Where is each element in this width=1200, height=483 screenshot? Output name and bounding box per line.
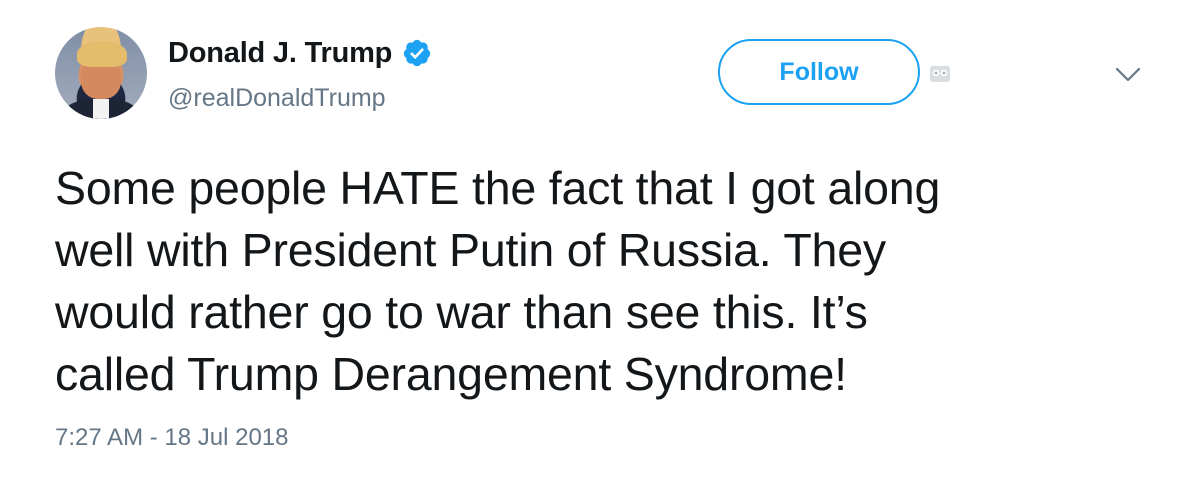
tweet-text-line: Some people HATE the fact that I got alo… (55, 162, 941, 214)
tweet-text-line: would rather go to war than see this. It… (55, 286, 868, 338)
verified-badge-icon (404, 39, 431, 67)
owl-icon (930, 66, 950, 82)
avatar-shirt (93, 99, 109, 119)
chevron-down-icon[interactable] (1115, 66, 1141, 84)
tweet-text-line: well with President Putin of Russia. The… (55, 224, 886, 276)
display-name[interactable]: Donald J. Trump (168, 37, 392, 70)
tweet-timestamp[interactable]: 7:27 AM - 18 Jul 2018 (55, 424, 288, 452)
tweet-card: Donald J. Trump @realDonaldTrump Follow … (0, 0, 1200, 483)
user-name-row[interactable]: Donald J. Trump (168, 33, 432, 73)
avatar[interactable] (55, 27, 147, 119)
follow-button[interactable]: Follow (718, 39, 920, 105)
tweet-text-line: called Trump Derangement Syndrome! (55, 348, 847, 400)
user-handle[interactable]: @realDonaldTrump (168, 84, 386, 113)
avatar-hair (77, 41, 127, 67)
tweet-text: Some people HATE the fact that I got alo… (55, 157, 1145, 405)
